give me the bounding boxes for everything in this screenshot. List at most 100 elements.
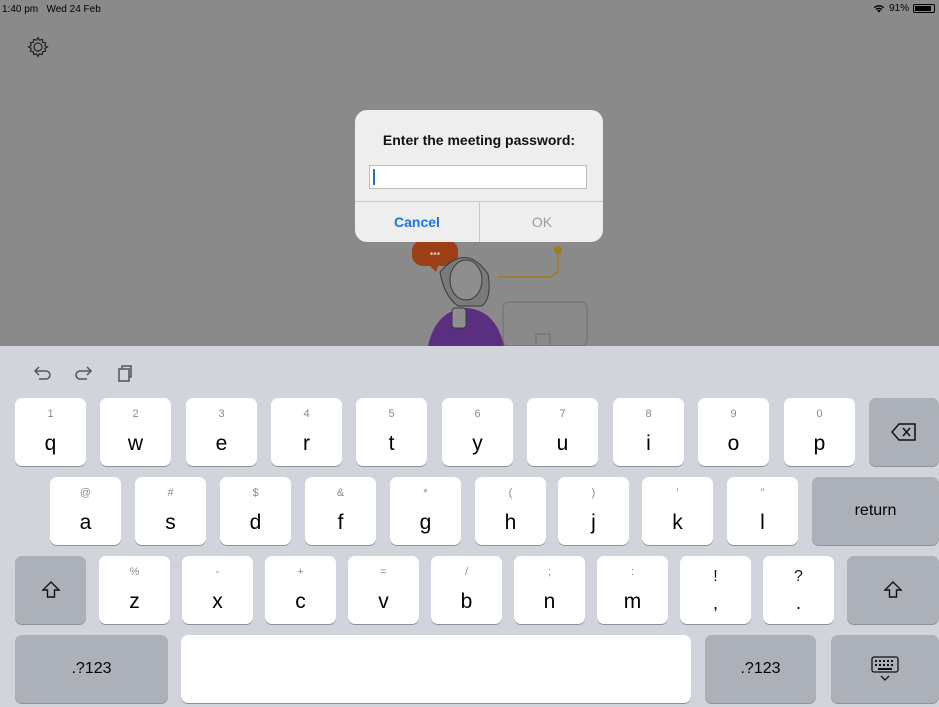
key-w[interactable]: 2w xyxy=(100,398,171,466)
key-e[interactable]: 3e xyxy=(186,398,257,466)
key-char: j xyxy=(591,511,596,534)
key-char: r xyxy=(303,432,310,455)
key-sub: : xyxy=(630,566,635,578)
key-m[interactable]: :m xyxy=(597,556,668,624)
key-sub: 1 xyxy=(47,408,54,420)
key-char: i xyxy=(646,432,651,455)
key-a[interactable]: @ a xyxy=(50,477,121,545)
key-o[interactable]: 9o xyxy=(698,398,769,466)
key-comma[interactable]: !, xyxy=(680,556,751,624)
key-char: k xyxy=(672,511,683,534)
key-char: v xyxy=(378,590,389,613)
return-key[interactable]: return xyxy=(812,477,939,545)
meeting-password-input[interactable] xyxy=(369,165,587,189)
shift-icon xyxy=(40,581,61,598)
numbers-label: .?123 xyxy=(71,660,112,677)
key-sub: % xyxy=(129,566,140,578)
wifi-icon xyxy=(873,5,885,13)
redo-icon[interactable] xyxy=(74,363,94,383)
hide-keyboard-icon xyxy=(871,656,899,681)
key-char: f xyxy=(337,511,344,534)
status-date: Wed 24 Feb xyxy=(46,4,101,15)
status-time-date: 1:40 pm Wed 24 Feb xyxy=(2,4,101,15)
key-sub: ” xyxy=(760,487,765,499)
key-char: , xyxy=(712,593,718,613)
numbers-key-right[interactable]: .?123 xyxy=(705,635,816,703)
key-char: m xyxy=(623,590,642,613)
return-label: return xyxy=(854,502,897,519)
key-sub: = xyxy=(380,566,387,578)
key-n[interactable]: ; n xyxy=(514,556,585,624)
key-r[interactable]: 4r xyxy=(271,398,342,466)
key-sub: ’ xyxy=(676,487,679,499)
key-l[interactable]: ” l xyxy=(727,477,798,545)
key-period[interactable]: ?. xyxy=(763,556,834,624)
key-sub: @ xyxy=(79,487,92,499)
battery-icon xyxy=(913,4,935,13)
key-char: w xyxy=(127,432,144,455)
key-s[interactable]: # s xyxy=(135,477,206,545)
password-dialog: Enter the meeting password: Cancel OK xyxy=(355,110,603,242)
key-k[interactable]: ’ k xyxy=(642,477,713,545)
key-char: . xyxy=(795,593,801,613)
key-sub: ; xyxy=(547,566,552,578)
key-char: h xyxy=(504,511,517,534)
key-char: g xyxy=(419,511,432,534)
undo-icon[interactable] xyxy=(32,363,52,383)
key-t[interactable]: 5t xyxy=(356,398,427,466)
key-sub: / xyxy=(464,566,469,578)
shift-icon xyxy=(883,581,903,598)
key-sub: 8 xyxy=(645,408,652,420)
key-sub: * xyxy=(423,487,428,499)
battery-percent: 91% xyxy=(888,3,909,14)
key-f[interactable]: & f xyxy=(305,477,376,545)
key-z[interactable]: % z xyxy=(99,556,170,624)
key-sub: # xyxy=(167,487,174,499)
key-sub: 0 xyxy=(816,408,823,420)
paste-icon[interactable] xyxy=(115,363,135,383)
status-bar: 1:40 pm Wed 24 Feb 91% xyxy=(0,0,939,20)
shift-key-left[interactable] xyxy=(15,556,86,624)
hide-keyboard-key[interactable] xyxy=(831,635,939,703)
key-char: s xyxy=(165,511,176,534)
numbers-label: .?123 xyxy=(740,660,781,677)
space-key[interactable] xyxy=(181,635,691,703)
numbers-key-left[interactable]: .?123 xyxy=(15,635,168,703)
key-i[interactable]: 8i xyxy=(613,398,684,466)
key-d[interactable]: $ d xyxy=(220,477,291,545)
ok-button[interactable]: OK xyxy=(480,202,603,242)
key-sub: + xyxy=(297,566,304,578)
key-u[interactable]: 7u xyxy=(527,398,598,466)
key-char: e xyxy=(215,432,228,455)
key-sub: 9 xyxy=(730,408,737,420)
key-char: c xyxy=(295,590,306,613)
status-time: 1:40 pm xyxy=(2,4,39,15)
key-char: x xyxy=(212,590,223,613)
key-q[interactable]: 1q xyxy=(15,398,86,466)
key-sub: 3 xyxy=(218,408,225,420)
key-c[interactable]: + c xyxy=(265,556,336,624)
key-sub: 7 xyxy=(559,408,566,420)
cancel-button[interactable]: Cancel xyxy=(355,202,479,242)
key-char: u xyxy=(556,432,569,455)
key-char: l xyxy=(760,511,765,534)
key-b[interactable]: / b xyxy=(431,556,502,624)
key-char: z xyxy=(129,590,140,613)
key-x[interactable]: -x xyxy=(182,556,253,624)
key-g[interactable]: * g xyxy=(390,477,461,545)
backspace-key[interactable] xyxy=(869,398,939,466)
status-right: 91% xyxy=(873,3,935,14)
settings-gear-icon[interactable] xyxy=(26,35,50,59)
backspace-icon xyxy=(891,423,916,441)
dialog-title: Enter the meeting password: xyxy=(382,132,576,148)
key-char: d xyxy=(249,511,262,534)
shift-key-right[interactable] xyxy=(847,556,939,624)
key-j[interactable]: ) j xyxy=(558,477,629,545)
key-char: q xyxy=(44,432,57,455)
key-sub: 6 xyxy=(474,408,481,420)
key-v[interactable]: = v xyxy=(348,556,419,624)
key-p[interactable]: 0p xyxy=(784,398,855,466)
key-sub: 4 xyxy=(303,408,310,420)
key-y[interactable]: 6y xyxy=(442,398,513,466)
key-h[interactable]: (h xyxy=(475,477,546,545)
